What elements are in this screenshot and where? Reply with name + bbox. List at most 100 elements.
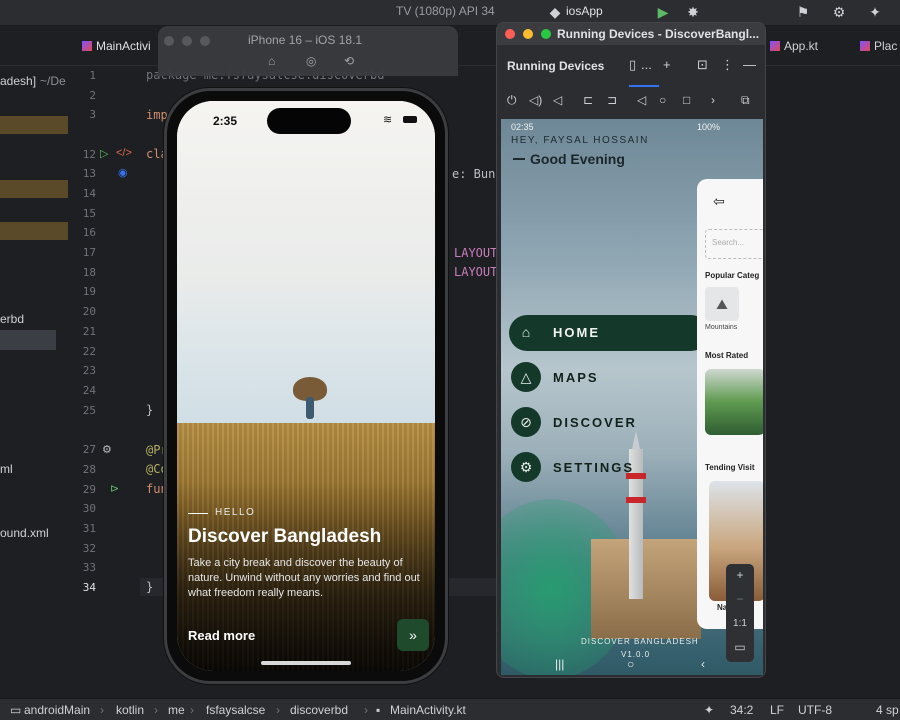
app-target-selector[interactable]: iosApp: [566, 4, 603, 18]
project-row-highlight[interactable]: [0, 180, 68, 198]
nav-item-home[interactable]: ⌂ HOME: [509, 315, 709, 351]
device-menu-icon[interactable]: ⊡: [697, 57, 708, 73]
nav-item-settings[interactable]: ⚙ SETTINGS: [509, 450, 699, 486]
assistant-icon[interactable]: ✦: [866, 3, 884, 21]
hide-panel-icon[interactable]: —: [743, 57, 756, 72]
zoom-in-icon[interactable]: +: [726, 568, 754, 582]
indent-setting[interactable]: 4 sp: [876, 703, 899, 717]
greeting-dash: [513, 158, 525, 160]
rotate-right-icon[interactable]: ⊐: [607, 93, 617, 107]
project-selected-row[interactable]: [0, 330, 56, 350]
project-root[interactable]: adesh]: [0, 74, 36, 88]
headline: Discover Bangladesh: [188, 526, 382, 547]
read-more-link[interactable]: Read more: [188, 628, 255, 643]
android-app-screen[interactable]: 02:35 100% HEY, FAYSAL HOSSAIN Good Even…: [501, 119, 763, 675]
device-tab-icon[interactable]: ▯: [629, 57, 636, 73]
tab-plac[interactable]: Plac: [860, 39, 897, 53]
breadcrumb-me[interactable]: me: [168, 703, 185, 717]
search-input[interactable]: Search...: [705, 229, 763, 259]
rotate-left-icon[interactable]: ⊏: [583, 93, 593, 107]
caret-position[interactable]: 34:2: [730, 703, 753, 717]
home-icon[interactable]: ⌂: [268, 54, 275, 68]
zoom-dot[interactable]: [541, 29, 551, 39]
project-row-highlight[interactable]: [0, 116, 68, 134]
line-number: 31: [82, 522, 96, 535]
person-image: [306, 397, 314, 419]
close-dot[interactable]: [505, 29, 515, 39]
volume-up-icon[interactable]: ◁): [529, 93, 542, 107]
minaret-band: [626, 497, 646, 503]
device-manager-icon[interactable]: ⚑: [794, 3, 812, 21]
breadcrumb-androidmain[interactable]: androidMain: [24, 703, 90, 717]
breadcrumb-discoverbd[interactable]: discoverbd: [290, 703, 348, 717]
breadcrumb-separator: ›: [276, 703, 280, 717]
zoom-out-icon[interactable]: −: [726, 592, 754, 606]
code-line: LAYOUT: [454, 246, 498, 260]
breadcrumb-fsfaysalcse[interactable]: fsfaysalcse: [206, 703, 265, 717]
home-nav-icon[interactable]: ○: [659, 93, 666, 107]
zoom-actual-size[interactable]: 1:1: [726, 618, 754, 629]
ios-app-screen[interactable]: 2:35 ≋ HELLO Discover Bangladesh Take a …: [177, 101, 435, 671]
nav-item-discover[interactable]: ⊘ DISCOVER: [509, 405, 699, 441]
project-item-discoverbd[interactable]: erbd: [0, 312, 24, 326]
breadcrumb-kotlin[interactable]: kotlin: [116, 703, 144, 717]
home-indicator: [261, 661, 351, 665]
nav-item-maps[interactable]: △ MAPS: [509, 360, 699, 396]
minimize-dot[interactable]: [523, 29, 533, 39]
simulator-title: iPhone 16 – iOS 18.1: [248, 33, 363, 47]
ai-assistant-icon[interactable]: ✦: [704, 703, 714, 717]
home-nav-icon[interactable]: ○: [627, 657, 634, 671]
power-icon[interactable]: ⏻: [507, 93, 517, 108]
most-rated-card[interactable]: [705, 369, 763, 435]
footer-version: V1.0.0: [621, 650, 651, 659]
zoom-dot[interactable]: [200, 36, 210, 46]
code-line: e: Bund: [452, 167, 503, 181]
tab-mainactivity[interactable]: MainActivi: [82, 39, 151, 53]
file-encoding[interactable]: UTF-8: [798, 703, 832, 717]
recents-icon[interactable]: |||: [555, 657, 564, 671]
running-devices-titlebar[interactable]: Running Devices - DiscoverBangl...: [497, 23, 765, 45]
screenshot-icon[interactable]: ◎: [306, 54, 316, 68]
tab-app-kt[interactable]: App.kt: [770, 39, 818, 53]
add-device-icon[interactable]: +: [663, 57, 671, 72]
overview-nav-icon[interactable]: □: [683, 93, 690, 107]
rotate-icon[interactable]: ⟲: [344, 54, 354, 68]
run-icon[interactable]: ▶: [654, 3, 672, 21]
next-button[interactable]: »: [397, 619, 429, 651]
override-gutter-icon[interactable]: ◉: [118, 166, 128, 179]
mountain-icon[interactable]: ⛰: [705, 287, 739, 321]
run-gutter-icon[interactable]: ▷: [100, 147, 108, 160]
running-devices-window-title: Running Devices - DiscoverBangl...: [557, 27, 760, 41]
settings-icon[interactable]: ⚙: [830, 3, 848, 21]
debug-icon[interactable]: ✸: [684, 3, 702, 21]
project-item-xml[interactable]: ml: [0, 462, 13, 476]
preview-gutter-icon[interactable]: ⊳: [110, 482, 119, 495]
more-options-icon[interactable]: ⋮: [721, 57, 734, 73]
settings-gutter-icon[interactable]: ⚙: [102, 443, 112, 456]
line-number: 17: [82, 246, 96, 259]
line-separator[interactable]: LF: [770, 703, 784, 717]
project-item-background-xml[interactable]: ound.xml: [0, 526, 49, 540]
project-row-highlight[interactable]: [0, 222, 68, 240]
volume-down-icon[interactable]: ◁: [553, 93, 562, 107]
line-number: 20: [82, 305, 96, 318]
back-icon[interactable]: ‹: [701, 657, 705, 671]
close-dot[interactable]: [164, 36, 174, 46]
line-number: 14: [82, 187, 96, 200]
breadcrumb-mainactivity[interactable]: MainActivity.kt: [390, 703, 466, 717]
minimize-dot[interactable]: [182, 36, 192, 46]
kotlin-file-icon: [82, 41, 92, 51]
running-devices-header: Running Devices ▯ ... + ⊡ ⋮ —: [497, 45, 765, 89]
code-gutter-icon[interactable]: </>: [116, 147, 132, 159]
run-configuration-selector[interactable]: TV (1080p) API 34: [396, 4, 495, 18]
simulator-titlebar[interactable]: iPhone 16 – iOS 18.1 ⌂ ◎ ⟲: [158, 26, 458, 76]
device-tab-label[interactable]: ...: [641, 57, 652, 72]
back-icon[interactable]: ⇦: [713, 193, 725, 210]
chevron-right-icon[interactable]: ›: [711, 93, 715, 107]
content-drawer-card[interactable]: ⇦ Search... Popular Categ ⛰ Mountains Mo…: [697, 179, 763, 629]
zoom-fit-icon[interactable]: ▭: [726, 640, 754, 654]
screen-record-icon[interactable]: ⧉: [741, 93, 750, 108]
back-nav-icon[interactable]: ◁: [637, 93, 646, 107]
breadcrumb-separator: ›: [364, 703, 368, 717]
ide-status-bar: ▭ androidMain › kotlin › me › fsfaysalcs…: [0, 698, 900, 720]
